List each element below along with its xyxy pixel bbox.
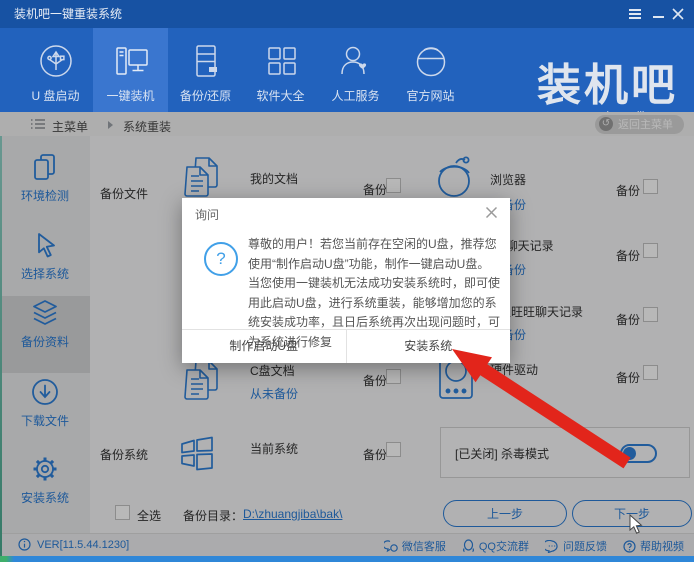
title-bar: 装机吧一键重装系统 <box>0 0 694 28</box>
nav-label: 备份/还原 <box>179 89 232 103</box>
nav-label: 官方网站 <box>406 89 455 103</box>
close-icon[interactable] <box>672 8 686 20</box>
window-menu-icon[interactable] <box>628 9 642 21</box>
nav-website[interactable]: 官方网站 <box>393 28 468 112</box>
person-icon <box>336 41 376 81</box>
top-nav: U 盘启动 一键装机 备份/还原 软件大全 人工服务 官方网站 装机吧 <box>0 28 694 122</box>
minimize-icon[interactable] <box>653 16 664 18</box>
server-icon <box>186 41 226 81</box>
nav-one-key-install[interactable]: 一键装机 <box>93 28 168 112</box>
computer-icon <box>111 41 151 81</box>
logo-text: 装机吧 <box>537 60 678 111</box>
question-icon: ? <box>204 242 238 276</box>
window-bottom-border <box>0 556 694 562</box>
nav-backup-restore[interactable]: 备份/还原 <box>168 28 243 112</box>
nav-label: 软件大全 <box>256 89 305 103</box>
mouse-cursor <box>629 514 643 534</box>
make-boot-usb-button[interactable]: 制作启动U盘 <box>182 330 347 363</box>
nav-label: 人工服务 <box>331 89 380 103</box>
window-title: 装机吧一键重装系统 <box>14 7 123 21</box>
red-annotation-arrow <box>452 349 631 469</box>
nav-service[interactable]: 人工服务 <box>318 28 393 112</box>
nav-label: 一键装机 <box>106 89 155 103</box>
dialog-title: 询问 <box>195 208 220 222</box>
grid-icon <box>261 41 301 81</box>
globe-icon <box>411 41 451 81</box>
nav-software[interactable]: 软件大全 <box>243 28 318 112</box>
dialog-paragraph-1: 尊敬的用户！若您当前存在空闲的U盘，推荐您使用“制作启动U盘”功能，制作一键启动… <box>248 237 497 271</box>
nav-usb-boot[interactable]: U 盘启动 <box>18 28 93 112</box>
dialog-close-icon[interactable] <box>485 206 498 219</box>
usb-boot-icon <box>36 41 76 81</box>
nav-label: U 盘启动 <box>31 89 80 103</box>
inquiry-dialog: 询问 ? 尊敬的用户！若您当前存在空闲的U盘，推荐您使用“制作启动U盘”功能，制… <box>182 198 510 363</box>
